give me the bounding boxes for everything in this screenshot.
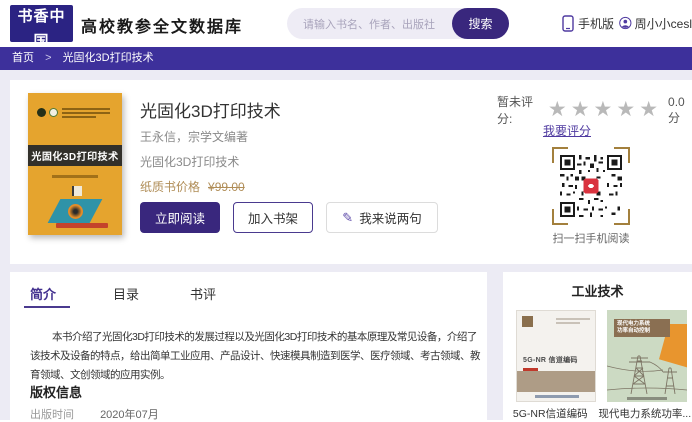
avatar-icon (619, 14, 632, 32)
star-icon (616, 98, 639, 121)
breadcrumb-separator: > (45, 52, 51, 64)
power-towers-art (607, 346, 687, 394)
star-icon (548, 98, 571, 121)
breadcrumb: 首页 > 光固化3D打印技术 (0, 47, 692, 70)
related-books-captions: 5G-NR信道编码 现代电力系统功率... (503, 406, 692, 421)
add-to-shelf-button[interactable]: 加入书架 (233, 202, 313, 233)
cover-logo-square (522, 316, 533, 327)
cover-circle-art (68, 204, 83, 219)
book-price-row: 纸质书价格 ¥99.00 (140, 178, 245, 195)
cover-title-text: 5G-NR 信道编码 (523, 355, 578, 365)
star-icon (594, 98, 617, 121)
rate-this-book-link[interactable]: 我要评分 (497, 122, 637, 139)
breadcrumb-home[interactable]: 首页 (12, 52, 34, 64)
price-label: 纸质书价格 (140, 180, 200, 194)
cover-title-line2: 功率自动控制 (617, 328, 667, 335)
tab-intro[interactable]: 简介 (30, 284, 56, 303)
cover-author-text (52, 175, 98, 178)
star-rating (548, 98, 662, 122)
price-value: ¥99.00 (208, 180, 245, 194)
book-info-card: 光固化3D打印技术 光固化3D打印技术 王永信，宗学文编著 光固化3D打印技术 … (10, 80, 692, 264)
copyright-heading: 版权信息 (30, 382, 82, 401)
cover-title-box: 现代电力系统 功率自动控制 (614, 319, 670, 337)
phone-icon (562, 15, 574, 32)
book-series: 光固化3D打印技术 (140, 153, 239, 170)
cover-title: 光固化3D打印技术 (28, 145, 122, 166)
cover-header-text (556, 318, 590, 326)
search-button[interactable]: 搜索 (452, 8, 509, 39)
search-input[interactable] (301, 8, 450, 41)
pencil-icon: ✎ (342, 210, 353, 226)
book-cover[interactable]: 光固化3D打印技术 (28, 93, 122, 235)
related-book-cover-power[interactable]: 现代电力系统 功率自动控制 (607, 310, 687, 402)
mobile-version-link[interactable]: 手机版 (562, 15, 614, 32)
cover-bottom-band (517, 371, 595, 392)
comment-button[interactable]: ✎ 我来说两句 (326, 202, 438, 233)
related-books-row: 5G-NR 信道编码 现代电力系统 功率自动控制 (516, 310, 687, 402)
qr-code (552, 147, 630, 225)
related-book-cover-5g[interactable]: 5G-NR 信道编码 (516, 310, 596, 402)
tab-contents[interactable]: 目录 (113, 284, 139, 303)
mobile-version-label: 手机版 (578, 15, 614, 32)
tab-reviews[interactable]: 书评 (190, 284, 216, 303)
related-book-title[interactable]: 现代电力系统功率... (598, 406, 692, 421)
site-logo[interactable]: 书香中国 www.chineseall.cn (10, 5, 73, 42)
qr-caption: 扫一扫手机阅读 (507, 230, 675, 246)
related-book-title[interactable]: 5G-NR信道编码 (503, 406, 598, 421)
cover-logo-badge-2 (49, 108, 58, 117)
read-now-button[interactable]: 立即阅读 (140, 202, 220, 233)
book-authors: 王永信，宗学文编著 (140, 128, 248, 145)
user-menu[interactable]: 周小小cesl (619, 14, 692, 32)
book-actions: 立即阅读 加入书架 ✎ 我来说两句 (140, 202, 438, 233)
cover-title-line1: 现代电力系统 (617, 321, 667, 328)
cover-publisher-logo (56, 223, 108, 228)
qr-code-image (560, 155, 622, 217)
comment-button-label: 我来说两句 (359, 208, 422, 227)
publish-date-value: 2020年07月 (100, 409, 159, 421)
page: 书香中国 www.chineseall.cn 高校教参全文数据库 搜索 手机版 … (0, 0, 692, 420)
cover-footer-text (627, 397, 667, 400)
book-detail-card: 简介 目录 书评 本书介绍了光固化3D打印技术的发展过程以及光固化3D打印技术的… (10, 272, 487, 420)
sidebar-category-title: 工业技术 (503, 281, 692, 300)
site-title: 高校教参全文数据库 (81, 13, 243, 37)
related-books-card: 工业技术 5G-NR 信道编码 现代电力系统 功率自动控制 (503, 272, 692, 420)
star-icon (639, 98, 662, 121)
active-tab-underline (24, 306, 70, 308)
star-icon (571, 98, 594, 121)
cover-series-text (62, 108, 110, 120)
username: 周小小cesl (635, 15, 692, 32)
cover-logo-badge-1 (37, 108, 46, 117)
header: 书香中国 www.chineseall.cn 高校教参全文数据库 搜索 手机版 … (0, 0, 692, 47)
rating-score: 0.0分 (668, 95, 692, 126)
cover-footer-text (535, 395, 579, 398)
breadcrumb-current: 光固化3D打印技术 (63, 52, 154, 64)
book-description: 本书介绍了光固化3D打印技术的发展过程以及光固化3D打印技术的基本原理及常见设备… (30, 328, 480, 385)
cover-printer-art (72, 186, 82, 196)
search-bar: 搜索 (287, 8, 509, 39)
book-title: 光固化3D打印技术 (140, 97, 281, 122)
